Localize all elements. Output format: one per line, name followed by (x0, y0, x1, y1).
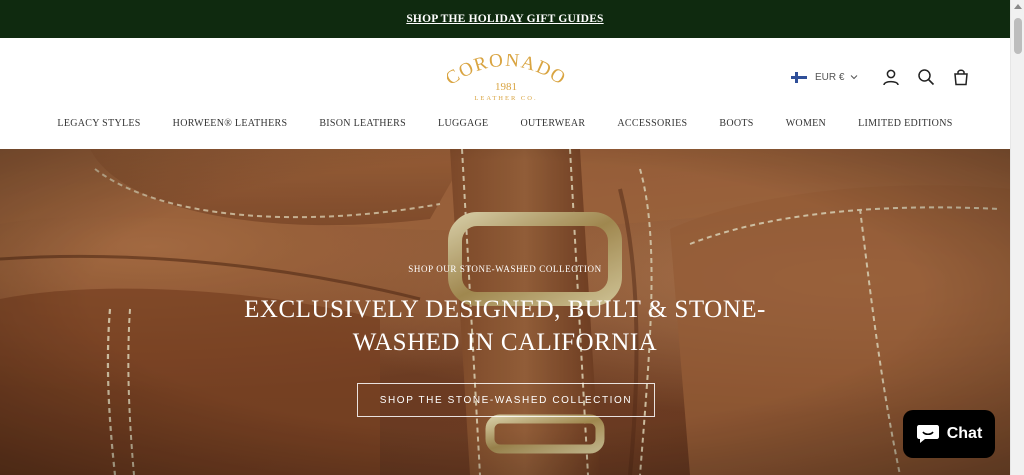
page-scrollbar[interactable] (1010, 0, 1024, 475)
brand-logo[interactable]: CORONADO 1981 LEATHER CO. (447, 54, 565, 104)
chat-label: Chat (946, 425, 983, 442)
nav-item-bison-leathers[interactable]: BISON LEATHERS (319, 118, 406, 134)
main-nav: LEGACY STYLES HORWEEN® LEATHERS BISON LE… (0, 118, 1010, 134)
scroll-up-icon[interactable] (1014, 4, 1022, 9)
hero-kicker: SHOP OUR STONE-WASHED COLLECTION (408, 264, 602, 274)
nav-item-accessories[interactable]: ACCESSORIES (617, 118, 687, 134)
nav-item-limited-editions[interactable]: LIMITED EDITIONS (858, 118, 953, 134)
nav-item-legacy-styles[interactable]: LEGACY STYLES (57, 118, 140, 134)
hero-title: EXCLUSIVELY DESIGNED, BUILT & STONE-WASH… (244, 296, 766, 356)
chat-bubble-icon (916, 425, 939, 443)
scrollbar-thumb[interactable] (1014, 18, 1022, 54)
site-header: CORONADO 1981 LEATHER CO. EUR € LEGACY S… (0, 38, 1010, 149)
currency-selector[interactable]: EUR € (815, 72, 844, 83)
shop-stone-washed-button[interactable]: SHOP THE STONE-WASHED COLLECTION (357, 383, 655, 417)
nav-item-horween-leathers[interactable]: HORWEEN® LEATHERS (173, 118, 288, 134)
holiday-gift-guides-link[interactable]: SHOP THE HOLIDAY GIFT GUIDES (406, 13, 603, 25)
hero-banner: SHOP OUR STONE-WASHED COLLECTION EXCLUSI… (0, 149, 1010, 475)
finland-flag-icon[interactable] (791, 71, 807, 83)
search-icon[interactable] (917, 68, 935, 86)
brand-tagline: LEATHER CO. (474, 95, 537, 102)
nav-item-women[interactable]: WOMEN (786, 118, 826, 134)
header-tools: EUR € (791, 66, 970, 88)
account-icon[interactable] (882, 68, 900, 86)
nav-item-outerwear[interactable]: OUTERWEAR (520, 118, 585, 134)
chat-button[interactable]: Chat (903, 410, 995, 458)
announcement-bar: SHOP THE HOLIDAY GIFT GUIDES (0, 0, 1010, 38)
nav-item-luggage[interactable]: LUGGAGE (438, 118, 488, 134)
nav-item-boots[interactable]: BOOTS (719, 118, 753, 134)
brand-year: 1981 (495, 81, 517, 93)
chevron-down-icon[interactable] (850, 73, 858, 81)
cart-icon[interactable] (952, 68, 970, 86)
